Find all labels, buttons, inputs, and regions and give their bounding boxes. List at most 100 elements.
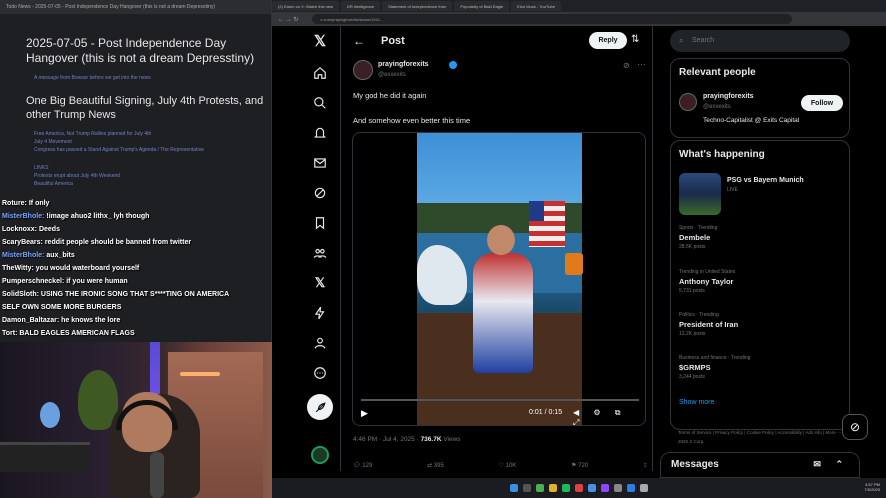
account-avatar[interactable] — [311, 446, 329, 464]
browser-tab[interactable]: Elon Musk - YouTube — [511, 1, 561, 11]
bookmarks-icon[interactable] — [310, 214, 330, 232]
notes-link[interactable]: Beautiful America — [34, 180, 259, 188]
notifications-icon[interactable] — [310, 124, 330, 142]
browser-tab[interactable]: DR Intelligence — [341, 1, 381, 11]
video-controls-icons[interactable]: ◀ ⚙ ⧉ ⤢ — [573, 408, 645, 425]
taskbar-app-icon[interactable] — [523, 484, 531, 492]
address-row: ← → ↻ x.com/prayingforexits/status/1941.… — [272, 12, 886, 26]
post-text-line: My god he did it again — [353, 91, 427, 100]
chat-message: MisterBhole: !image ahuo2 lithx_ lyh tho… — [2, 213, 150, 220]
taskbar-app-icon[interactable] — [614, 484, 622, 492]
chat-message: SolidSloth: USING THE IRONIC SONG THAT S… — [2, 291, 230, 298]
compose-post-button[interactable] — [307, 394, 333, 420]
browser-tab[interactable]: Popularity of Bald Eagle — [454, 1, 510, 11]
show-more-link[interactable]: Show more — [679, 399, 714, 406]
x-logo-icon[interactable]: 𝕏 — [310, 32, 330, 50]
video-orange-object — [565, 253, 583, 275]
share-icon[interactable]: ⇪ — [643, 462, 648, 469]
more-icon[interactable] — [310, 364, 330, 382]
repost-action[interactable]: ⇄ 395 — [427, 462, 444, 469]
notes-link[interactable]: A message from Bowser before we get into… — [34, 74, 259, 82]
lamp-light — [180, 372, 220, 376]
taskbar-app-icon[interactable] — [588, 484, 596, 492]
post-column: ← Post Reply ⇅ prayingforexits @exxexits… — [340, 26, 653, 471]
grok-explain-icon[interactable]: ⊘ — [623, 61, 630, 70]
trend-item[interactable]: Trending in United States Anthony Taylor… — [679, 269, 839, 294]
video-player[interactable]: ▶ 0:01 / 0:15 ◀ ⚙ ⧉ ⤢ — [352, 132, 646, 426]
notes-link[interactable]: Free America, Not Trump Rallies planned … — [34, 130, 259, 138]
like-action[interactable]: ♡ 10K — [499, 462, 517, 469]
communities-icon[interactable] — [310, 244, 330, 262]
notes-link[interactable]: Congress has passed a Stand Against Trum… — [34, 146, 259, 154]
grok-button-icon[interactable]: ⊘ — [842, 414, 868, 440]
grok-icon[interactable] — [310, 184, 330, 202]
bookmark-action[interactable]: ⚑ 720 — [571, 462, 588, 469]
expand-icon[interactable]: ✉ ⌃ — [813, 459, 849, 470]
chat-message: Tort: BALD EAGLES AMERICAN FLAGS — [2, 330, 135, 337]
author-avatar[interactable] — [353, 60, 373, 80]
reply-icon: 💬︎ — [353, 463, 361, 469]
relevant-person-avatar[interactable] — [679, 93, 697, 111]
microphone — [150, 452, 164, 498]
event-status: LIVE — [727, 187, 738, 193]
system-clock[interactable]: 4:57 PM 7/5/2025 — [864, 482, 880, 492]
chat-message: Locknoxx: Deeds — [2, 226, 60, 233]
reply-button[interactable]: Reply — [589, 32, 627, 49]
trend-item[interactable]: Sports · Trending Dembele 28.5K posts — [679, 225, 839, 250]
notes-link[interactable]: Protests erupt about July 4th Weekend — [34, 172, 259, 180]
chat-message: SELF OWN SOME MORE BURGERS — [2, 304, 122, 311]
messages-label: Messages — [671, 459, 719, 470]
right-sidebar: Search ⌕ Relevant people prayingforexits… — [660, 26, 886, 478]
video-progress-bar[interactable] — [361, 399, 639, 401]
search-icon: ⌕ — [679, 36, 684, 45]
post-actions: 💬︎ 129 ⇄ 395 ♡ 10K ⚑ 720 ⇪ — [353, 462, 648, 469]
messages-drawer[interactable]: Messages ✉ ⌃ — [660, 452, 860, 478]
card-title: What's happening — [679, 149, 765, 160]
back-arrow-icon[interactable]: ← — [353, 34, 365, 48]
taskbar-app-icon[interactable] — [640, 484, 648, 492]
taskbar-app-icon[interactable] — [601, 484, 609, 492]
trend-item[interactable]: Politics · Trending President of Iran 12… — [679, 312, 839, 337]
view-count: 736.7K — [420, 436, 442, 443]
explore-icon[interactable] — [310, 94, 330, 112]
feather-icon — [315, 401, 326, 412]
filter-icon[interactable]: ⇅ — [631, 34, 639, 45]
author-name[interactable]: prayingforexits — [378, 61, 429, 68]
event-image[interactable] — [679, 173, 721, 215]
notes-link[interactable]: LINKS — [34, 164, 259, 172]
notes-link[interactable]: July 4 Movement — [34, 138, 259, 146]
reply-action[interactable]: 💬︎ 129 — [353, 462, 372, 469]
video-person-head — [487, 225, 515, 255]
author-handle[interactable]: @exxexits — [378, 72, 406, 78]
start-icon[interactable] — [510, 484, 518, 492]
search-input[interactable]: Search — [670, 30, 850, 52]
footer-links[interactable]: Terms of Service | Privacy Policy | Cook… — [678, 428, 848, 446]
address-bar[interactable]: x.com/prayingforexits/status/1941... — [312, 14, 793, 24]
taskbar-app-icon[interactable] — [627, 484, 635, 492]
american-flag — [529, 201, 565, 247]
relevant-person-handle[interactable]: @exxexits — [703, 104, 731, 110]
repost-icon: ⇄ — [427, 463, 433, 469]
trend-item[interactable]: Business and finance · Trending $GRMPS 3… — [679, 355, 839, 380]
browser-tab[interactable]: (2) Eaton on X: Watch this new — [272, 1, 339, 11]
webcam-feed — [0, 342, 272, 498]
taskbar-app-icon[interactable] — [562, 484, 570, 492]
premium-icon[interactable]: 𝕏 — [310, 274, 330, 292]
play-icon[interactable]: ▶ — [361, 408, 368, 419]
taskbar-app-icon[interactable] — [549, 484, 557, 492]
more-options-icon[interactable]: ··· — [637, 59, 646, 69]
taskbar-app-icon[interactable] — [536, 484, 544, 492]
relevant-person-name[interactable]: prayingforexits — [703, 93, 754, 100]
nav-arrows-icon[interactable]: ← → ↻ — [278, 16, 298, 23]
relevant-people-card: Relevant people prayingforexits @exxexit… — [670, 58, 850, 138]
taskbar-app-icon[interactable] — [575, 484, 583, 492]
profile-icon[interactable] — [310, 334, 330, 352]
browser-tab[interactable]: Statement of Independence from — [382, 1, 453, 11]
verified-orgs-icon[interactable] — [310, 304, 330, 322]
messages-icon[interactable] — [310, 154, 330, 172]
follow-button[interactable]: Follow — [801, 95, 843, 111]
notes-subheading: One Big Beautiful Signing, July 4th Prot… — [26, 95, 264, 121]
event-title[interactable]: PSG vs Bayern Munich — [727, 177, 804, 184]
home-icon[interactable] — [310, 64, 330, 82]
verified-badge-icon — [449, 61, 457, 69]
